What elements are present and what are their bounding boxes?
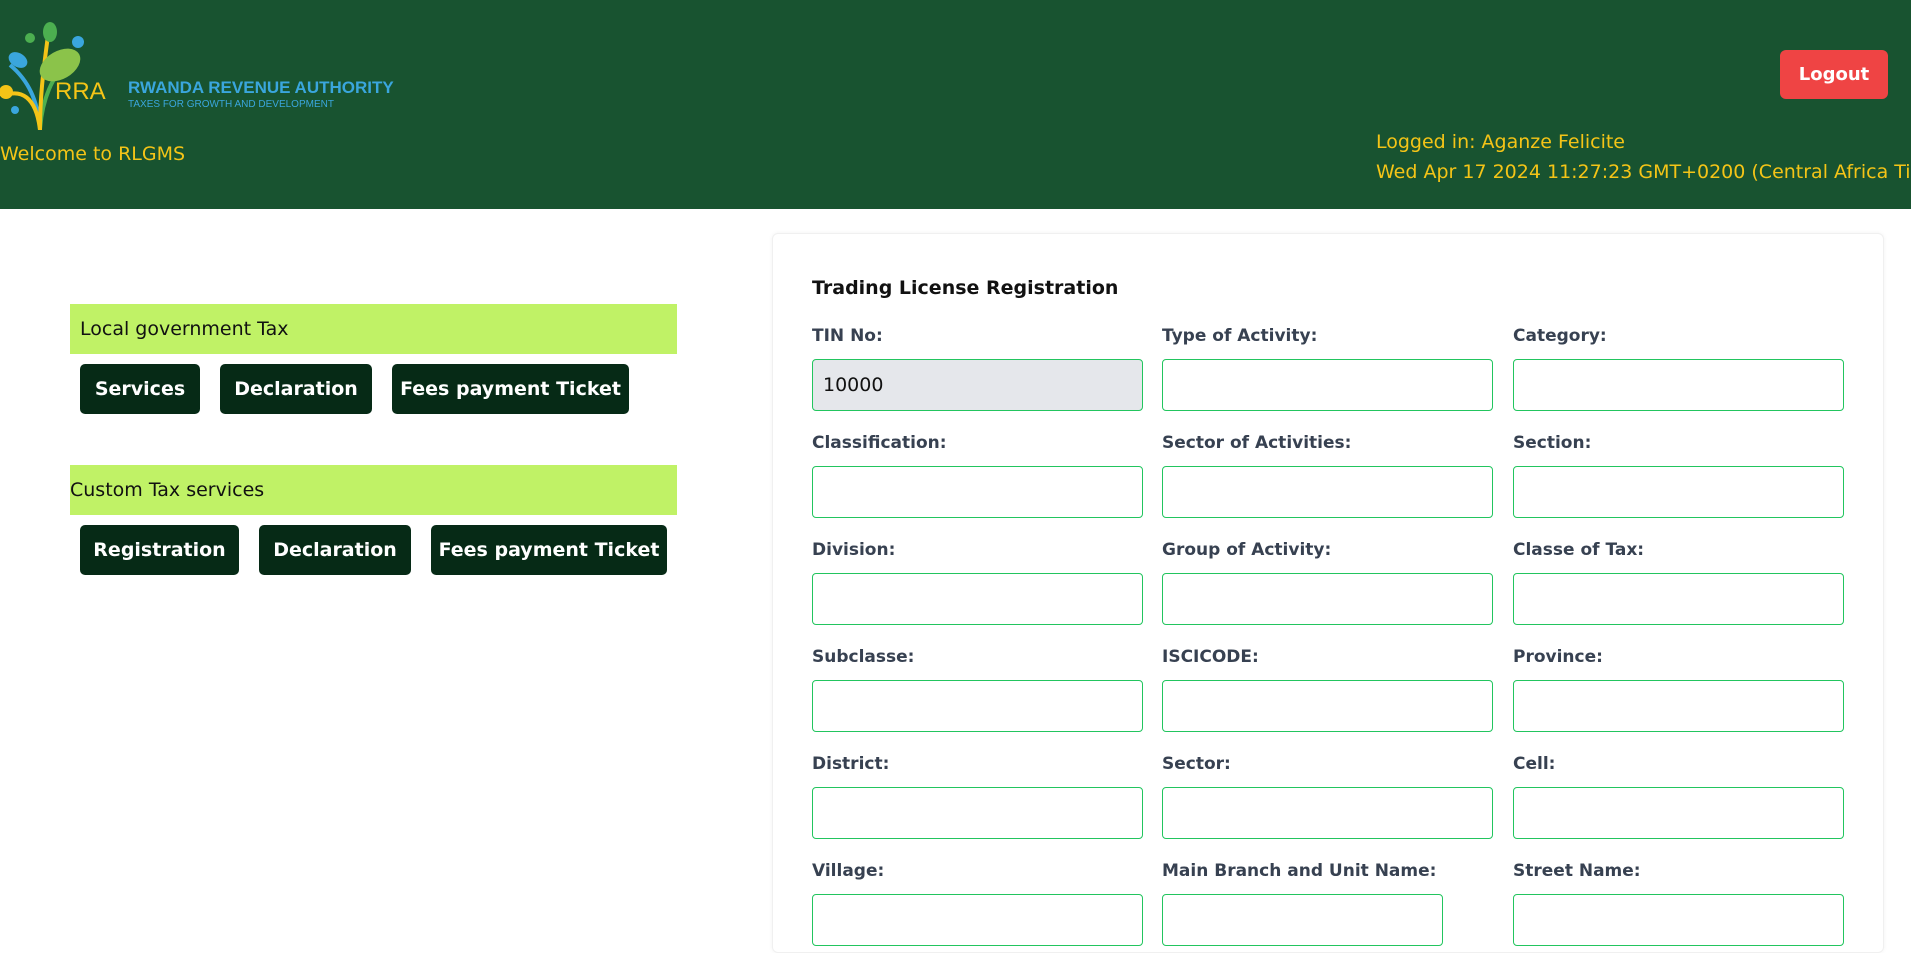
province-input[interactable]	[1513, 680, 1844, 732]
section-label: Section:	[1513, 433, 1592, 453]
local-declaration-button[interactable]: Declaration	[220, 364, 372, 414]
tin-no-label: TIN No:	[812, 326, 883, 346]
district-input[interactable]	[812, 787, 1143, 839]
section-input[interactable]	[1513, 466, 1844, 518]
street-name-input[interactable]	[1513, 894, 1844, 946]
rra-logo-icon	[0, 22, 84, 130]
custom-fees-payment-ticket-button[interactable]: Fees payment Ticket	[431, 525, 667, 575]
main-branch-unit-name-label: Main Branch and Unit Name:	[1162, 861, 1437, 881]
division-input[interactable]	[812, 573, 1143, 625]
subclasse-label: Subclasse:	[812, 647, 915, 667]
current-datetime: Wed Apr 17 2024 11:27:23 GMT+0200 (Centr…	[1376, 161, 1911, 183]
services-button[interactable]: Services	[80, 364, 200, 414]
classification-label: Classification:	[812, 433, 947, 453]
category-input[interactable]	[1513, 359, 1844, 411]
tin-no-input[interactable]	[812, 359, 1143, 411]
local-government-tax-heading: Local government Tax	[70, 304, 677, 354]
logo-tagline: TAXES FOR GROWTH AND DEVELOPMENT	[128, 99, 334, 110]
street-name-label: Street Name:	[1513, 861, 1641, 881]
village-label: Village:	[812, 861, 885, 881]
welcome-text: Welcome to RLGMS	[0, 143, 186, 165]
cell-label: Cell:	[1513, 754, 1556, 774]
logged-in-user: Logged in: Aganze Felicite	[1376, 131, 1625, 153]
division-label: Division:	[812, 540, 896, 560]
classe-of-tax-label: Classe of Tax:	[1513, 540, 1645, 560]
login-info: Logged in: Aganze Felicite Wed Apr 17 20…	[1376, 127, 1911, 187]
cell-input[interactable]	[1513, 787, 1844, 839]
registration-button[interactable]: Registration	[80, 525, 239, 575]
header-bar: RRA RWANDA REVENUE AUTHORITY TAXES FOR G…	[0, 0, 1911, 209]
sector-input[interactable]	[1162, 787, 1493, 839]
village-input[interactable]	[812, 894, 1143, 946]
classe-of-tax-input[interactable]	[1513, 573, 1844, 625]
sector-label: Sector:	[1162, 754, 1231, 774]
group-of-activity-input[interactable]	[1162, 573, 1493, 625]
iscicode-input[interactable]	[1162, 680, 1493, 732]
subclasse-input[interactable]	[812, 680, 1143, 732]
main-branch-unit-name-input[interactable]	[1162, 894, 1443, 946]
form-title: Trading License Registration	[812, 277, 1119, 299]
type-of-activity-input[interactable]	[1162, 359, 1493, 411]
group-of-activity-label: Group of Activity:	[1162, 540, 1332, 560]
local-fees-payment-ticket-button[interactable]: Fees payment Ticket	[392, 364, 629, 414]
district-label: District:	[812, 754, 890, 774]
classification-input[interactable]	[812, 466, 1143, 518]
logo-text-block: RWANDA REVENUE AUTHORITY TAXES FOR GROWT…	[128, 78, 394, 111]
province-label: Province:	[1513, 647, 1603, 667]
category-label: Category:	[1513, 326, 1607, 346]
logout-button[interactable]: Logout	[1780, 50, 1888, 99]
logo-title: RWANDA REVENUE AUTHORITY	[128, 78, 394, 97]
type-of-activity-label: Type of Activity:	[1162, 326, 1318, 346]
logo-mark: RRA	[55, 78, 106, 105]
custom-declaration-button[interactable]: Declaration	[259, 525, 411, 575]
iscicode-label: ISCICODE:	[1162, 647, 1259, 667]
sector-of-activities-label: Sector of Activities:	[1162, 433, 1352, 453]
sector-of-activities-input[interactable]	[1162, 466, 1493, 518]
custom-tax-services-heading: Custom Tax services	[70, 465, 677, 515]
